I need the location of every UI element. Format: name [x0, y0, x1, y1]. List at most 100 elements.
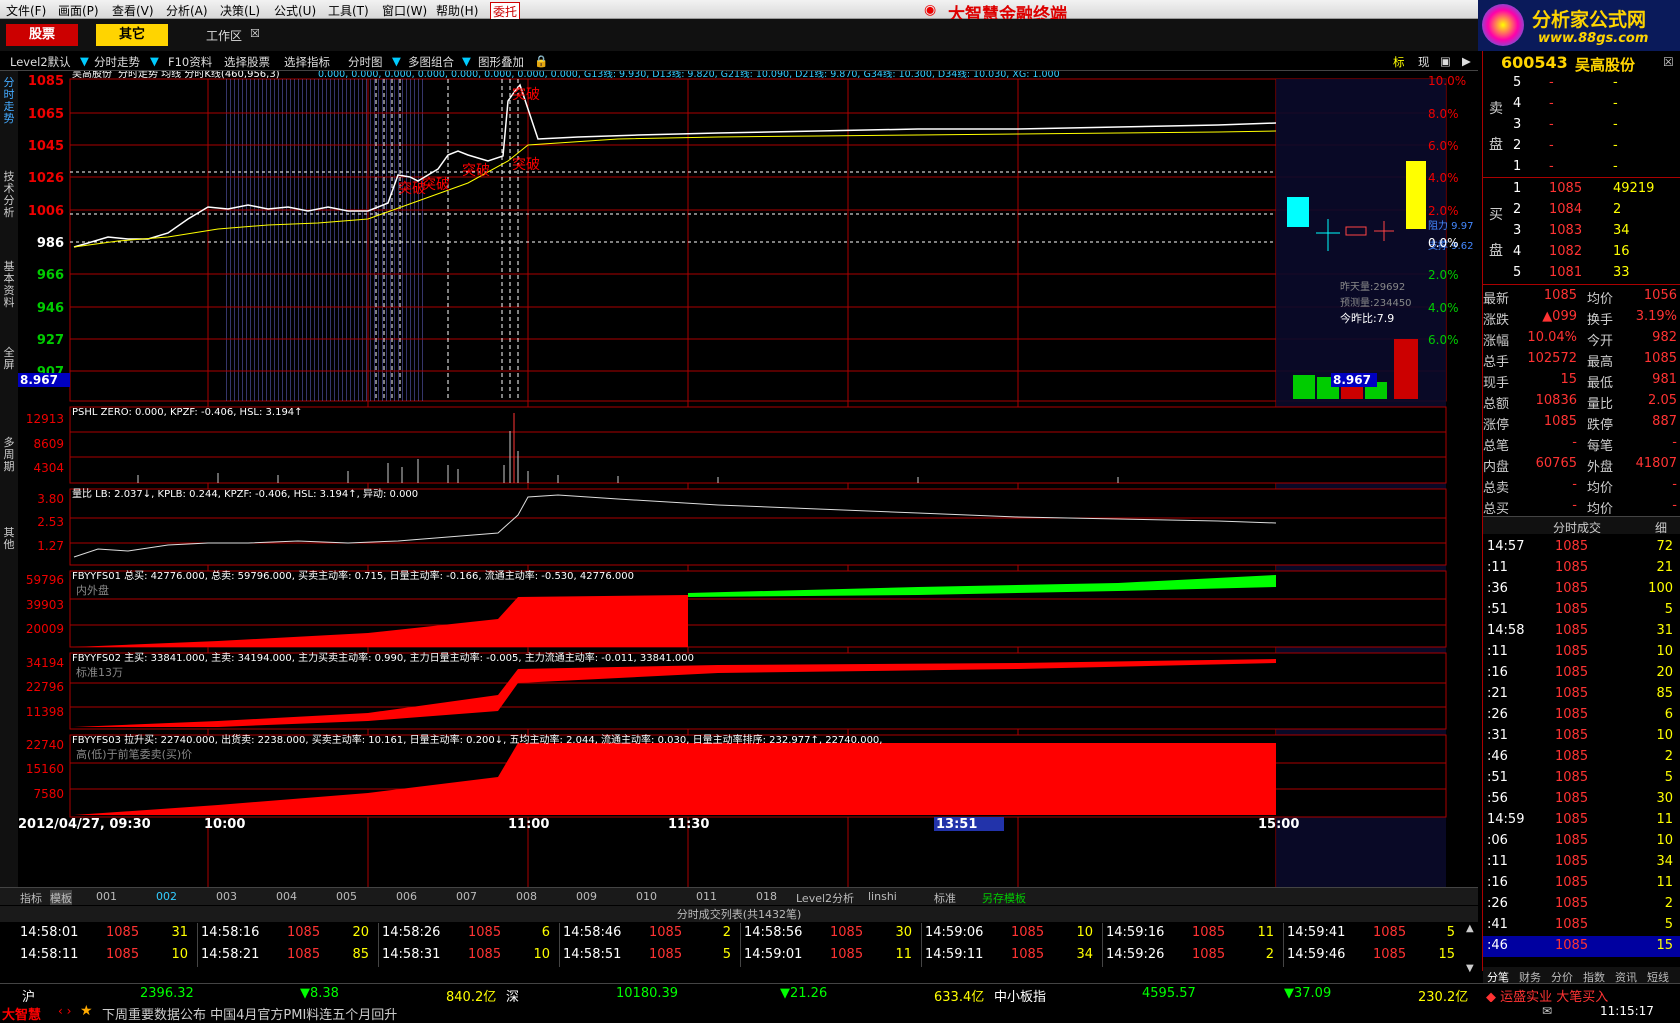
tab-002[interactable]: 002: [156, 890, 177, 903]
menu-file[interactable]: 文件(F): [6, 2, 46, 19]
dropdown-icon[interactable]: ▼: [80, 54, 89, 68]
menu-window[interactable]: 窗口(W): [382, 2, 427, 19]
menu-formula[interactable]: 公式(U): [274, 2, 316, 19]
ts-row[interactable]: :06 1085 10: [1483, 831, 1680, 852]
buy-level-row[interactable]: 3 1083 34: [1483, 221, 1680, 242]
arrow-right-icon[interactable]: ▶: [1462, 54, 1471, 68]
menu-view[interactable]: 查看(V): [112, 2, 154, 19]
tab-007[interactable]: 007: [456, 890, 477, 903]
ts-cell: :31: [1487, 728, 1508, 743]
tab-001[interactable]: 001: [96, 890, 117, 903]
tab-005[interactable]: 005: [336, 890, 357, 903]
buy-level-row[interactable]: 5 1081 33: [1483, 263, 1680, 284]
news-headline[interactable]: 下周重要数据公布 中国4月官方PMI料连五个月回升: [102, 1004, 397, 1023]
tick-time: 14:59:41: [1287, 925, 1346, 940]
tab-008[interactable]: 008: [516, 890, 537, 903]
svg-text:34194: 34194: [26, 656, 64, 670]
tab-linshi[interactable]: linshi: [868, 890, 897, 903]
lock-icon[interactable]: 🔒: [534, 54, 548, 68]
close-panel-icon[interactable]: ☒: [1663, 55, 1674, 69]
multi-chart-button[interactable]: 多图组合: [408, 54, 454, 70]
menu-view-screen[interactable]: 画面(P): [58, 2, 99, 19]
menu-analyze[interactable]: 分析(A): [166, 2, 208, 19]
other-button[interactable]: 其它: [96, 24, 168, 46]
ts-cell: 1085: [1555, 749, 1589, 764]
ts-row[interactable]: 14:57 1085 72: [1483, 537, 1680, 558]
select-indicator-button[interactable]: 选择指标: [284, 54, 330, 70]
ts-row[interactable]: :41 1085 5: [1483, 915, 1680, 936]
tab-level2-analysis[interactable]: Level2分析: [796, 890, 854, 906]
tab-010[interactable]: 010: [636, 890, 657, 903]
buy-level-row[interactable]: 4 1082 16: [1483, 242, 1680, 263]
ts-row[interactable]: :21 1085 85: [1483, 684, 1680, 705]
ts-row[interactable]: :16 1085 11: [1483, 873, 1680, 894]
ts-row[interactable]: 14:58 1085 31: [1483, 621, 1680, 642]
nav-arrows-icon[interactable]: ‹ ›: [58, 1004, 71, 1018]
sell-level-row[interactable]: 2 - -: [1483, 136, 1680, 157]
ts-row[interactable]: :31 1085 10: [1483, 726, 1680, 747]
ts-row[interactable]: :11 1085 21: [1483, 558, 1680, 579]
workspace-label[interactable]: 工作区: [206, 27, 242, 44]
tab-indicator[interactable]: 指标: [20, 890, 42, 906]
tab-018[interactable]: 018: [756, 890, 777, 903]
level2-default-button[interactable]: Level2默认: [10, 54, 71, 70]
ts-row[interactable]: 14:59 1085 11: [1483, 810, 1680, 831]
orderbook-cell: 1: [1513, 181, 1522, 196]
ts-row[interactable]: :51 1085 5: [1483, 600, 1680, 621]
ts-row[interactable]: :36 1085 100: [1483, 579, 1680, 600]
dropdown-icon[interactable]: ▼: [462, 54, 471, 68]
close-workspace-icon[interactable]: ☒: [250, 27, 260, 40]
ts-row[interactable]: :46 1085 15: [1483, 936, 1680, 957]
ts-row[interactable]: :46 1085 2: [1483, 747, 1680, 768]
overlay-button[interactable]: 图形叠加: [478, 54, 524, 70]
window-icon[interactable]: ▣: [1440, 54, 1451, 68]
tab-004[interactable]: 004: [276, 890, 297, 903]
ts-detail-button[interactable]: 细: [1655, 519, 1667, 536]
current-button[interactable]: 现: [1418, 54, 1430, 70]
ts-cell: 20: [1656, 665, 1673, 680]
buy-level-row[interactable]: 1 1085 49219: [1483, 179, 1680, 200]
tab-003[interactable]: 003: [216, 890, 237, 903]
sell-level-row[interactable]: 4 - -: [1483, 94, 1680, 115]
tab-011[interactable]: 011: [696, 890, 717, 903]
svg-text:20009: 20009: [26, 622, 64, 636]
mark-button[interactable]: 标: [1393, 54, 1405, 70]
ts-row[interactable]: :56 1085 30: [1483, 789, 1680, 810]
sell-level-row[interactable]: 1 - -: [1483, 157, 1680, 178]
tab-technical[interactable]: 技术分析: [1, 171, 17, 219]
stat-label: 总笔: [1483, 439, 1510, 454]
save-template-button[interactable]: 另存模板: [982, 890, 1026, 906]
f10-button[interactable]: F10资料: [168, 54, 212, 70]
tab-intraday[interactable]: 分时走势: [1, 77, 17, 125]
svg-text:4.0%: 4.0%: [1428, 171, 1459, 185]
buy-level-row[interactable]: 2 1084 2: [1483, 200, 1680, 221]
tab-multiperiod[interactable]: 多周期: [1, 437, 17, 473]
tab-standard[interactable]: 标准: [934, 890, 956, 906]
tab-006[interactable]: 006: [396, 890, 417, 903]
menu-decision[interactable]: 决策(L): [220, 2, 260, 19]
tab-fullscreen[interactable]: 全屏: [1, 347, 17, 371]
tab-fundamentals[interactable]: 基本资料: [1, 261, 17, 309]
ts-row[interactable]: :11 1085 34: [1483, 852, 1680, 873]
ts-row[interactable]: :11 1085 10: [1483, 642, 1680, 663]
ts-row[interactable]: :26 1085 2: [1483, 894, 1680, 915]
sell-level-row[interactable]: 5 - -: [1483, 73, 1680, 94]
tab-template[interactable]: 模板: [50, 890, 72, 906]
ts-row[interactable]: :16 1085 20: [1483, 663, 1680, 684]
select-stock-button[interactable]: 选择股票: [224, 54, 270, 70]
dropdown-icon[interactable]: ▼: [392, 54, 401, 68]
intraday-chart-button[interactable]: 分时图: [348, 54, 383, 70]
scroll-up-icon[interactable]: ▲: [1466, 923, 1474, 934]
scroll-down-icon[interactable]: ▼: [1466, 963, 1474, 974]
mail-icon[interactable]: ✉: [1542, 1004, 1552, 1018]
menu-help[interactable]: 帮助(H): [436, 2, 478, 19]
tab-009[interactable]: 009: [576, 890, 597, 903]
intraday-button[interactable]: 分时走势: [94, 54, 140, 70]
stock-button[interactable]: 股票: [6, 24, 78, 46]
menu-tools[interactable]: 工具(T): [328, 2, 369, 19]
dropdown-icon[interactable]: ▼: [150, 54, 159, 68]
ts-row[interactable]: :26 1085 6: [1483, 705, 1680, 726]
tab-other[interactable]: 其他: [1, 527, 17, 551]
sell-level-row[interactable]: 3 - -: [1483, 115, 1680, 136]
ts-row[interactable]: :51 1085 5: [1483, 768, 1680, 789]
